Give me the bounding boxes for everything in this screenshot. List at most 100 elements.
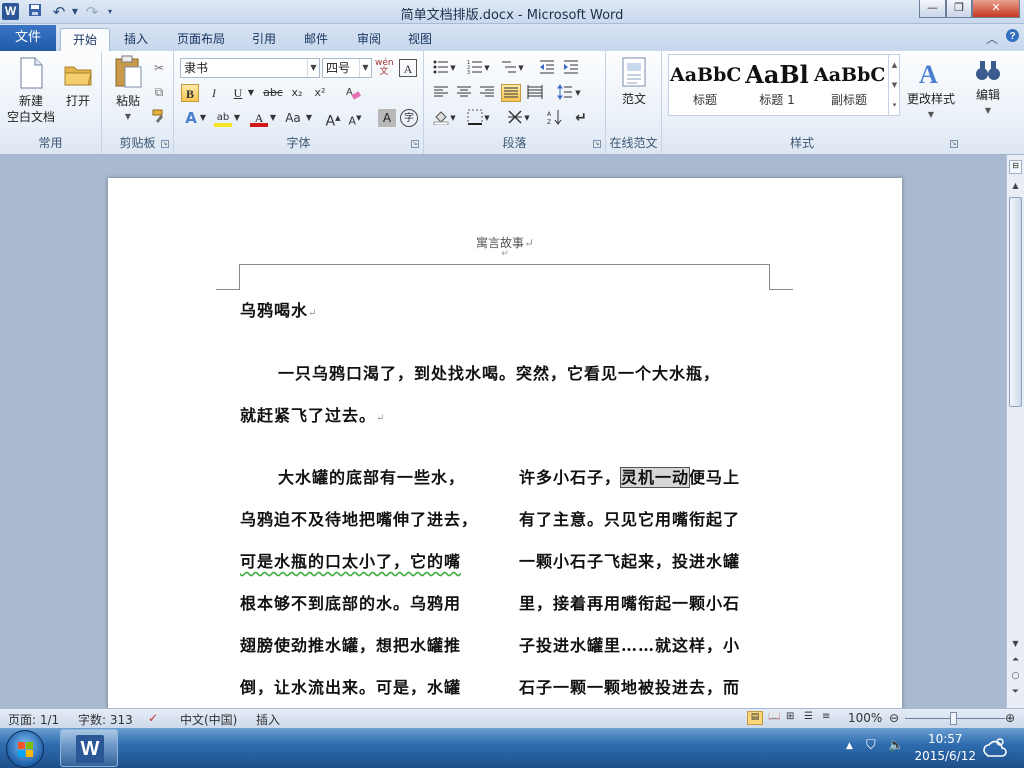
phonetic-guide-icon[interactable]: wén 文 xyxy=(375,59,394,77)
align-center-icon[interactable] xyxy=(455,84,473,102)
text-effects-dropdown-icon[interactable]: ▼ xyxy=(198,109,208,127)
edit-button[interactable]: 编辑 ▼ xyxy=(966,57,1010,119)
increase-indent-icon[interactable] xyxy=(562,59,580,77)
distributed-icon[interactable] xyxy=(526,84,544,102)
document-area[interactable]: 寓言故事↵ ↵ 乌鸦喝水↵ 一只乌鸦口渴了，到处找水喝。突然，它看见一个大水瓶，… xyxy=(0,155,1006,708)
start-button[interactable] xyxy=(6,730,44,768)
right-col-line-4[interactable]: 里，接着再用嘴衔起一颗小石 xyxy=(519,583,740,625)
change-styles-dropdown-icon[interactable]: ▼ xyxy=(904,107,958,123)
zoom-level[interactable]: 100% xyxy=(848,711,882,725)
shrink-font-icon[interactable]: A▼ xyxy=(346,109,364,128)
zoom-slider-thumb[interactable] xyxy=(950,712,957,725)
tray-expand-icon[interactable]: ▲ xyxy=(846,741,853,751)
taskbar-word-button[interactable]: W xyxy=(60,729,118,767)
style-title[interactable]: AaBbC 标题 xyxy=(670,55,740,113)
chevron-down-icon[interactable]: ▼ xyxy=(307,59,319,77)
volume-icon[interactable]: 🔈 xyxy=(888,738,904,753)
left-col-line-4[interactable]: 根本够不到底部的水。乌鸦用 xyxy=(240,583,461,625)
tab-page-layout[interactable]: 页面布局 xyxy=(170,28,232,51)
justify-icon[interactable] xyxy=(501,84,521,102)
tab-mailings[interactable]: 邮件 xyxy=(296,28,336,51)
font-color-dropdown-icon[interactable]: ▼ xyxy=(268,109,278,127)
copy-icon[interactable]: ⧉ xyxy=(150,83,168,101)
help-icon[interactable]: ? xyxy=(1003,28,1021,51)
shading-icon[interactable] xyxy=(432,109,450,127)
clear-formatting-icon[interactable]: A xyxy=(344,84,362,102)
underline-button[interactable]: U xyxy=(229,84,247,102)
right-col-line-2[interactable]: 有了主意。只见它用嘴衔起了 xyxy=(519,499,740,541)
styles-launcher-icon[interactable]: ↘ xyxy=(950,140,958,148)
tab-file[interactable]: 文件 xyxy=(0,25,56,51)
font-size-combo[interactable]: 四号 ▼ xyxy=(322,58,372,78)
styles-scroll-icon[interactable]: ▲ ▼ ▾ xyxy=(888,55,900,115)
zoom-in-icon[interactable]: ⊕ xyxy=(1005,711,1015,725)
decrease-indent-icon[interactable] xyxy=(538,59,556,77)
maximize-button[interactable]: ❐ xyxy=(946,0,972,18)
highlight-color-icon[interactable]: ab xyxy=(214,109,232,127)
scroll-up-icon[interactable]: ▲ xyxy=(1009,181,1022,193)
clipboard-launcher-icon[interactable]: ↘ xyxy=(161,140,169,148)
bold-button[interactable]: B xyxy=(181,84,199,102)
tab-references[interactable]: 引用 xyxy=(244,28,284,51)
weather-gadget-icon[interactable] xyxy=(980,734,1008,762)
right-col-line-5[interactable]: 子投进水罐里……就这样，小 xyxy=(519,625,740,667)
close-button[interactable]: ✕ xyxy=(972,0,1020,18)
change-case-dropdown-icon[interactable]: ▼ xyxy=(304,109,314,127)
right-col-line-6[interactable]: 石子一颗一颗地被投进去，而 xyxy=(519,667,740,708)
enclose-chars-icon[interactable]: 字 xyxy=(400,109,418,127)
strikethrough-button[interactable]: abc xyxy=(261,84,285,102)
italic-button[interactable]: I xyxy=(205,84,223,102)
tab-home[interactable]: 开始 xyxy=(60,28,110,51)
document-title[interactable]: 乌鸦喝水↵ xyxy=(240,290,317,335)
tab-insert[interactable]: 插入 xyxy=(116,28,156,51)
tab-view[interactable]: 视图 xyxy=(400,28,440,51)
char-shading-icon[interactable]: A xyxy=(378,109,396,127)
left-col-line-6[interactable]: 倒，让水流出来。可是，水罐 xyxy=(240,667,461,708)
multilevel-dropdown-icon[interactable]: ▼ xyxy=(517,59,525,77)
new-blank-doc-button[interactable]: 新建 空白文档 xyxy=(4,57,58,125)
paragraph-mark-icon[interactable]: ↵ xyxy=(572,109,590,127)
edit-dropdown-icon[interactable]: ▼ xyxy=(966,103,1010,119)
taskbar-clock[interactable]: 10:57 2015/6/12 xyxy=(914,731,976,765)
sort-icon[interactable]: AZ xyxy=(546,109,564,127)
next-page-icon[interactable]: ⏷ xyxy=(1009,687,1022,699)
chinese-layout-dropdown-icon[interactable]: ▼ xyxy=(523,109,531,127)
fanwen-button[interactable]: 范文 xyxy=(614,57,654,107)
scroll-thumb[interactable] xyxy=(1009,197,1022,407)
style-subtitle[interactable]: AaBbC 副标题 xyxy=(814,55,884,113)
superscript-button[interactable]: x² xyxy=(311,84,329,102)
cut-icon[interactable]: ✂ xyxy=(150,59,168,77)
language-indicator[interactable]: 中文(中国) xyxy=(180,711,237,728)
shading-dropdown-icon[interactable]: ▼ xyxy=(449,109,457,127)
line-spacing-icon[interactable] xyxy=(556,84,574,102)
line-spacing-dropdown-icon[interactable]: ▼ xyxy=(574,84,582,102)
change-styles-button[interactable]: A 更改样式 ▼ xyxy=(904,57,958,123)
subscript-button[interactable]: x₂ xyxy=(288,84,306,102)
bullets-icon[interactable] xyxy=(432,59,450,77)
page-count[interactable]: 页面: 1/1 xyxy=(8,711,59,728)
font-launcher-icon[interactable]: ↘ xyxy=(411,140,419,148)
paragraph-1-line-2[interactable]: 就赶紧飞了过去。↵ xyxy=(240,395,385,440)
borders-icon[interactable] xyxy=(466,109,484,127)
tab-review[interactable]: 审阅 xyxy=(349,28,389,51)
font-color-icon[interactable]: A xyxy=(250,109,268,127)
minimize-ribbon-icon[interactable]: ︿ xyxy=(984,28,1000,51)
right-col-line-1[interactable]: 许多小石子，灵机一动便马上 xyxy=(519,457,740,499)
left-col-line-1[interactable]: 大水罐的底部有一些水， xyxy=(278,457,465,499)
grow-font-icon[interactable]: A▲ xyxy=(324,109,342,130)
action-center-icon[interactable]: ⛉ xyxy=(866,738,876,753)
selected-text[interactable]: 灵机一动 xyxy=(620,467,691,488)
chevron-down-icon[interactable]: ▼ xyxy=(359,59,371,77)
numbering-dropdown-icon[interactable]: ▼ xyxy=(483,59,491,77)
format-painter-icon[interactable] xyxy=(150,108,168,126)
font-name-combo[interactable]: 隶书 ▼ xyxy=(180,58,320,78)
outline-icon[interactable]: ☰ xyxy=(804,711,813,722)
prev-page-icon[interactable]: ⏶ xyxy=(1009,655,1022,667)
paragraph-launcher-icon[interactable]: ↘ xyxy=(593,140,601,148)
left-col-line-2[interactable]: 乌鸦迫不及待地把嘴伸了进去， xyxy=(240,499,478,541)
insert-mode[interactable]: 插入 xyxy=(256,711,280,728)
borders-dropdown-icon[interactable]: ▼ xyxy=(483,109,491,127)
paste-dropdown-icon[interactable]: ▼ xyxy=(108,109,148,125)
open-button[interactable]: 打开 xyxy=(60,57,96,109)
highlight-dropdown-icon[interactable]: ▼ xyxy=(232,109,242,127)
